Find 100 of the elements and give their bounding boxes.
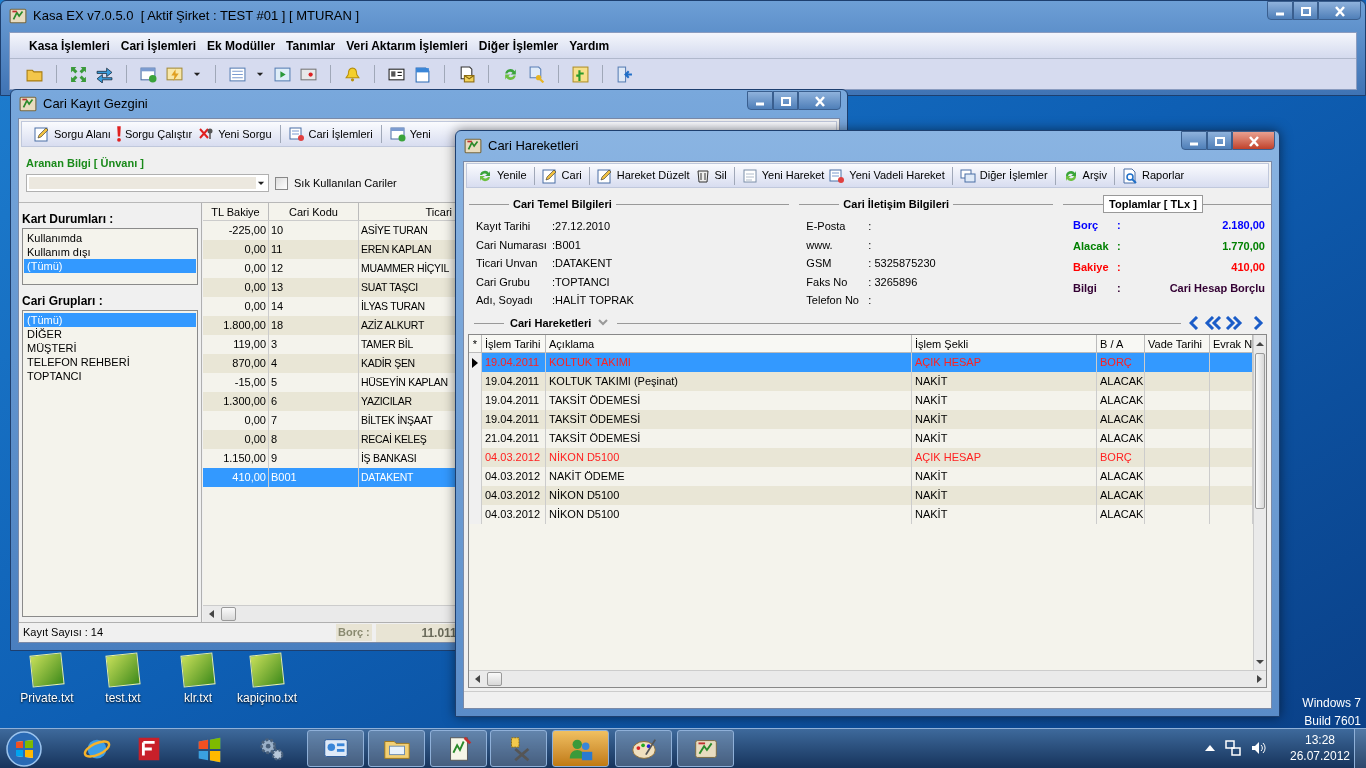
scroll-thumb[interactable] — [1255, 353, 1265, 509]
table-row[interactable]: 1.800,00 18 AZİZ ALKURT — [203, 316, 456, 335]
list-item[interactable]: TELEFON REHBERİ — [24, 355, 196, 369]
maximize-button[interactable] — [773, 91, 798, 110]
toolbar-button[interactable]: Arşiv — [1060, 164, 1110, 187]
toolbar-button[interactable]: Yeni — [387, 123, 433, 145]
table-row[interactable]: 1.300,00 6 YAZICILAR — [203, 392, 456, 411]
table-row[interactable]: 19.04.2011 KOLTUK TAKIMI (Peşinat) NAKİT ALACAK — [469, 372, 1253, 391]
column-header[interactable]: Vade Tarihi — [1145, 335, 1210, 352]
file-icon[interactable] — [180, 652, 216, 688]
file-icon[interactable] — [29, 652, 65, 688]
row-header-cell[interactable] — [469, 505, 482, 524]
toolbar-button[interactable]: Yeni Hareket — [739, 164, 827, 187]
minimize-button[interactable] — [1267, 1, 1293, 20]
menu-item[interactable]: Veri Aktarım İşlemleri — [345, 36, 469, 55]
toolbar-button[interactable]: Sorgu Çalıştır — [114, 123, 195, 145]
taskbar-button[interactable] — [307, 730, 364, 767]
table-row[interactable]: 0,00 13 SUAT TAŞCI — [203, 278, 456, 297]
next-icon[interactable] — [1253, 316, 1264, 330]
scroll-right-icon[interactable] — [1256, 675, 1262, 683]
minimize-button[interactable] — [747, 91, 773, 110]
previous-icon[interactable] — [1189, 316, 1199, 330]
scroll-left-icon[interactable] — [475, 675, 481, 683]
row-header-cell[interactable] — [469, 353, 482, 372]
table-row[interactable]: 870,00 4 KADİR ŞEN — [203, 354, 456, 373]
clock[interactable]: 13:28 26.07.2012 — [1283, 732, 1357, 764]
taskbar-button[interactable] — [368, 730, 425, 767]
close-button[interactable] — [798, 91, 841, 110]
minimize-button[interactable] — [1181, 131, 1207, 150]
column-header[interactable]: TL Bakiye — [203, 203, 269, 220]
table-row[interactable]: 04.03.2012 NİKON D5100 NAKİT ALACAK — [469, 505, 1253, 524]
network-icon[interactable] — [1225, 740, 1241, 756]
toolbar-button[interactable]: Diğer İşlemler — [957, 164, 1050, 187]
key-document-icon[interactable] — [528, 65, 545, 83]
swap-arrows-icon[interactable] — [96, 65, 113, 83]
file-label[interactable]: test.txt — [105, 689, 141, 707]
menu-item[interactable]: Tanımlar — [285, 36, 337, 55]
document-icon[interactable] — [414, 65, 431, 83]
scroll-thumb[interactable] — [487, 672, 502, 686]
vertical-scrollbar[interactable] — [1253, 335, 1266, 670]
toolbar-button[interactable]: Cari İşlemleri — [286, 123, 375, 145]
taskbar-button[interactable] — [615, 730, 672, 767]
file-icon[interactable] — [249, 652, 285, 688]
window-plus-icon[interactable] — [140, 65, 157, 83]
column-header[interactable]: İşlem Şekli — [912, 335, 1097, 352]
horizontal-scrollbar[interactable] — [203, 605, 456, 622]
file-label[interactable]: Private.txt — [20, 689, 74, 707]
file-label[interactable]: klr.txt — [184, 689, 212, 707]
play-window-icon[interactable] — [274, 65, 291, 83]
maximize-button[interactable] — [1293, 1, 1318, 20]
menu-item[interactable]: Ek Modüller — [206, 36, 277, 55]
column-header[interactable]: Cari Kodu — [269, 203, 359, 220]
list-item[interactable]: MÜŞTERİ — [24, 341, 196, 355]
table-row[interactable]: 19.04.2011 TAKSİT ÖDEMESİ NAKİT ALACAK — [469, 391, 1253, 410]
toolbar-button[interactable]: Cari — [539, 164, 584, 187]
table-row[interactable]: 21.04.2011 TAKSİT ÖDEMESİ NAKİT ALACAK — [469, 429, 1253, 448]
checkbox[interactable] — [275, 176, 288, 190]
toolbar-button[interactable]: Yeni Vadeli Hareket — [827, 164, 947, 187]
column-header[interactable]: Açıklama — [546, 335, 912, 352]
menu-item[interactable]: Yardım — [568, 36, 611, 55]
menu-item[interactable]: Kasa İşlemleri — [28, 36, 111, 55]
toolbar-button[interactable]: Yeni Sorgu — [196, 123, 274, 145]
scroll-left-icon[interactable] — [209, 610, 215, 618]
table-row[interactable]: 04.03.2012 NİKON D5100 NAKİT ALACAK — [469, 486, 1253, 505]
chevron-down-icon[interactable] — [597, 318, 610, 328]
exit-door-icon[interactable] — [616, 65, 633, 83]
toolbar-button[interactable]: Raporlar — [1120, 164, 1187, 187]
toolbar-button[interactable]: Sorgu Alanı — [32, 123, 113, 145]
column-header[interactable]: İşlem Tarihi — [482, 335, 546, 352]
list-item[interactable]: Kullanımda — [24, 231, 196, 245]
horizontal-scrollbar[interactable] — [469, 670, 1266, 687]
close-button[interactable] — [1232, 131, 1275, 150]
first-icon[interactable] — [1204, 316, 1222, 330]
menu-item[interactable]: Cari İşlemleri — [119, 36, 198, 55]
start-button[interactable] — [4, 728, 44, 768]
file-label[interactable]: kapiçino.txt — [237, 689, 297, 707]
list-item[interactable]: Kullanım dışı — [24, 245, 196, 259]
close-button[interactable] — [1318, 1, 1361, 20]
scroll-down-icon[interactable] — [1256, 659, 1264, 665]
cactus-picture-icon[interactable] — [572, 65, 589, 83]
volume-icon[interactable] — [1251, 740, 1267, 756]
taskbar-button[interactable] — [430, 730, 487, 767]
file-icon[interactable] — [105, 652, 141, 688]
show-hidden-icons-icon[interactable] — [1205, 744, 1215, 752]
toolbar-button[interactable]: Hareket Düzelt — [594, 164, 692, 187]
list-window-icon[interactable] — [229, 65, 246, 83]
table-row[interactable]: 19.04.2011 TAKSİT ÖDEMESİ NAKİT ALACAK — [469, 410, 1253, 429]
toolbar-button[interactable]: Yenile — [475, 164, 529, 187]
table-row[interactable]: 0,00 11 EREN KAPLAN — [203, 240, 456, 259]
toolbar-button[interactable]: Sil — [692, 164, 729, 187]
column-header[interactable]: B / A — [1097, 335, 1145, 352]
last-icon[interactable] — [1225, 316, 1243, 330]
scroll-up-icon[interactable] — [1256, 341, 1264, 347]
maximize-button[interactable] — [1207, 131, 1232, 150]
mail-document-icon[interactable] — [458, 65, 475, 83]
menu-item[interactable]: Diğer İşlemler — [477, 36, 560, 55]
expand-arrows-icon[interactable] — [70, 65, 87, 83]
show-desktop-button[interactable] — [1354, 729, 1366, 768]
list-item[interactable]: TOPTANCI — [24, 369, 196, 383]
table-row[interactable]: 0,00 8 RECAİ KELEŞ — [203, 430, 456, 449]
